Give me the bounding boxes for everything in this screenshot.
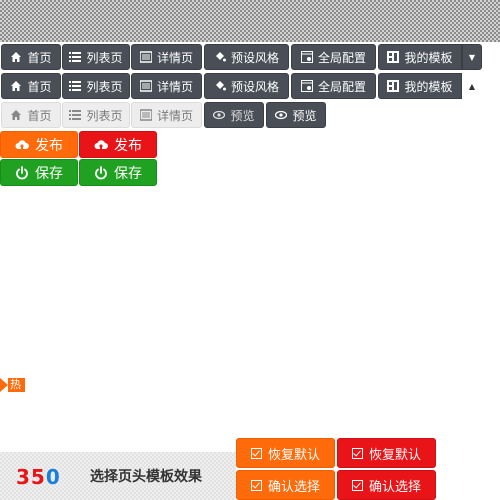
paint-bucket-icon xyxy=(214,80,226,92)
list-page-button[interactable]: 列表页 xyxy=(62,44,130,70)
caret-down-icon: ▼ xyxy=(468,52,476,62)
my-template-dropdown[interactable]: ▼ xyxy=(462,44,482,70)
list-icon xyxy=(69,80,82,92)
restore-default-button-orange[interactable]: 恢复默认 xyxy=(236,438,335,468)
preview-button-a[interactable]: 预览 xyxy=(204,102,264,128)
checkbox-icon xyxy=(351,479,363,491)
publish-button-orange[interactable]: 发布 xyxy=(0,131,78,158)
detail-page-label: 详情页 xyxy=(156,79,193,94)
preview-label: 预览 xyxy=(292,108,317,123)
detail-page-button[interactable]: 详情页 xyxy=(131,44,202,70)
cloud-upload-icon xyxy=(15,138,29,152)
power-icon xyxy=(15,165,29,180)
template-icon xyxy=(387,51,400,63)
eye-icon xyxy=(275,109,288,121)
home-button[interactable]: 首页 xyxy=(1,73,61,99)
publish-label: 发布 xyxy=(35,137,63,154)
detail-page-label: 详情页 xyxy=(156,108,193,123)
confirm-selection-label: 确认选择 xyxy=(267,479,320,495)
detail-icon xyxy=(139,109,152,121)
logo-text-a: 35 xyxy=(16,465,46,489)
my-template-label: 我的模板 xyxy=(404,50,453,65)
my-template-dropdown-open[interactable]: ▲ xyxy=(462,73,482,99)
save-label: 保存 xyxy=(114,165,142,182)
confirm-selection-label: 确认选择 xyxy=(368,479,421,495)
list-page-button[interactable]: 列表页 xyxy=(62,73,130,99)
save-button-b[interactable]: 保存 xyxy=(79,159,157,186)
home-icon xyxy=(10,80,22,92)
paint-bucket-icon xyxy=(214,51,226,63)
my-template-button[interactable]: 我的模板 xyxy=(378,44,462,70)
restore-default-label: 恢复默认 xyxy=(368,447,421,463)
arrow-right-icon xyxy=(0,378,8,392)
home-button-disabled[interactable]: 首页 xyxy=(1,102,61,128)
logo-text-b: 0 xyxy=(45,465,61,489)
logo: 350 xyxy=(16,465,61,489)
list-page-button-disabled[interactable]: 列表页 xyxy=(62,102,130,128)
preset-style-label: 预设风格 xyxy=(230,50,279,65)
home-label: 首页 xyxy=(27,108,52,123)
list-page-label: 列表页 xyxy=(86,108,123,123)
hot-tag: 热 xyxy=(0,378,25,392)
global-config-button[interactable]: 全局配置 xyxy=(291,44,376,70)
detail-page-label: 详情页 xyxy=(156,50,193,65)
preview-button-b[interactable]: 预览 xyxy=(266,102,326,128)
preset-style-button[interactable]: 预设风格 xyxy=(204,73,289,99)
eye-icon xyxy=(213,109,226,121)
detail-page-button[interactable]: 详情页 xyxy=(131,73,202,99)
preset-style-button[interactable]: 预设风格 xyxy=(204,44,289,70)
checkbox-icon xyxy=(250,447,262,459)
detail-icon xyxy=(139,51,152,63)
power-icon xyxy=(94,165,108,180)
preview-label: 预览 xyxy=(230,108,255,123)
hot-tag-label: 热 xyxy=(8,378,25,392)
list-icon xyxy=(69,51,82,63)
checkbox-icon xyxy=(351,447,363,459)
confirm-selection-button-red[interactable]: 确认选择 xyxy=(337,470,436,500)
detail-page-button-disabled[interactable]: 详情页 xyxy=(131,102,202,128)
my-template-label: 我的模板 xyxy=(404,79,453,94)
save-label: 保存 xyxy=(35,165,63,182)
confirm-selection-button-orange[interactable]: 确认选择 xyxy=(236,470,335,500)
home-button[interactable]: 首页 xyxy=(1,44,61,70)
home-label: 首页 xyxy=(27,50,52,65)
global-config-label: 全局配置 xyxy=(317,50,366,65)
config-icon xyxy=(300,80,313,92)
publish-label: 发布 xyxy=(114,137,142,154)
save-button-a[interactable]: 保存 xyxy=(0,159,78,186)
restore-default-label: 恢复默认 xyxy=(267,447,320,463)
global-config-button[interactable]: 全局配置 xyxy=(291,73,376,99)
preset-style-label: 预设风格 xyxy=(230,79,279,94)
home-label: 首页 xyxy=(27,79,52,94)
cloud-upload-icon xyxy=(94,138,108,152)
home-icon xyxy=(10,109,22,121)
global-config-label: 全局配置 xyxy=(317,79,366,94)
my-template-button[interactable]: 我的模板 xyxy=(378,73,462,99)
home-icon xyxy=(10,51,22,63)
config-icon xyxy=(300,51,313,63)
caret-up-icon: ▲ xyxy=(468,81,476,91)
detail-icon xyxy=(139,80,152,92)
footer-caption: 选择页头模板效果 xyxy=(90,469,202,485)
list-page-label: 列表页 xyxy=(86,50,123,65)
list-icon xyxy=(69,109,82,121)
restore-default-button-red[interactable]: 恢复默认 xyxy=(337,438,436,468)
publish-button-red[interactable]: 发布 xyxy=(79,131,157,158)
checkbox-icon xyxy=(250,479,262,491)
template-icon xyxy=(387,80,400,92)
checkered-background xyxy=(0,0,500,42)
list-page-label: 列表页 xyxy=(86,79,123,94)
